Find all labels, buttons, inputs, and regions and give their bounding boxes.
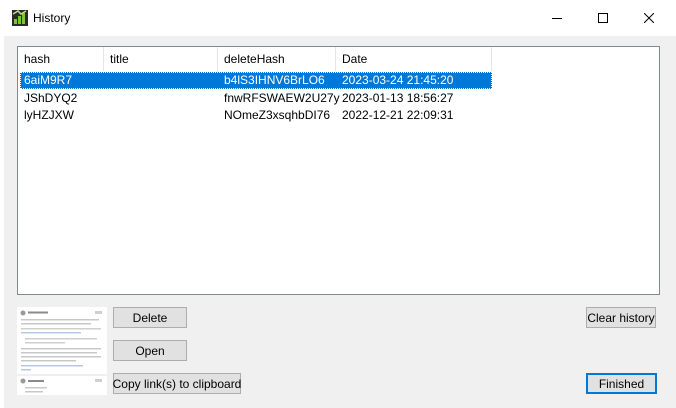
history-app-icon xyxy=(12,10,28,26)
clear-history-button[interactable]: Clear history xyxy=(586,307,656,328)
minimize-button[interactable] xyxy=(534,0,580,36)
cell-deletehash: fnwRFSWAEW2U27y xyxy=(224,91,340,105)
column-header-hash[interactable]: hash xyxy=(18,47,104,71)
image-preview xyxy=(17,307,107,395)
finished-button[interactable]: Finished xyxy=(586,373,657,394)
cell-hash: 6aiM9R7 xyxy=(24,73,73,87)
table-row[interactable]: lyHZJXW NOmeZ3xsqhbDI76 2022-12-21 22:09… xyxy=(20,107,492,124)
window-title: History xyxy=(33,11,71,25)
copy-links-button[interactable]: Copy link(s) to clipboard xyxy=(113,373,241,394)
open-button[interactable]: Open xyxy=(113,340,187,361)
cell-date: 2023-01-13 18:56:27 xyxy=(342,91,454,105)
preview-thumbnail-icon xyxy=(17,307,107,395)
table-row[interactable]: 6aiM9R7 b4lS3IHNV6BrLO6 2023-03-24 21:45… xyxy=(20,72,492,89)
table-row[interactable]: JShDYQ2 fnwRFSWAEW2U27y 2023-01-13 18:56… xyxy=(20,90,492,107)
column-header-date[interactable]: Date xyxy=(336,47,492,71)
delete-button[interactable]: Delete xyxy=(113,307,187,328)
list-header: hash title deleteHash Date xyxy=(18,47,659,71)
background-window-edge xyxy=(0,36,4,408)
cell-deletehash: NOmeZ3xsqhbDI76 xyxy=(224,108,331,122)
column-header-title[interactable]: title xyxy=(104,47,218,71)
maximize-button[interactable] xyxy=(580,0,626,36)
history-window: History hash title deleteHash Date 6aiM9… xyxy=(0,0,676,408)
close-button[interactable] xyxy=(626,0,672,36)
cell-date: 2022-12-21 22:09:31 xyxy=(342,108,454,122)
history-list[interactable]: hash title deleteHash Date 6aiM9R7 b4lS3… xyxy=(17,46,660,295)
maximize-icon xyxy=(598,13,608,23)
cell-hash: JShDYQ2 xyxy=(24,91,78,105)
close-icon xyxy=(644,13,654,23)
column-header-deletehash[interactable]: deleteHash xyxy=(218,47,336,71)
minimize-icon xyxy=(552,13,562,23)
cell-deletehash: b4lS3IHNV6BrLO6 xyxy=(224,73,325,87)
cell-date: 2023-03-24 21:45:20 xyxy=(342,73,454,87)
cell-hash: lyHZJXW xyxy=(24,108,74,122)
title-bar[interactable]: History xyxy=(0,0,676,36)
